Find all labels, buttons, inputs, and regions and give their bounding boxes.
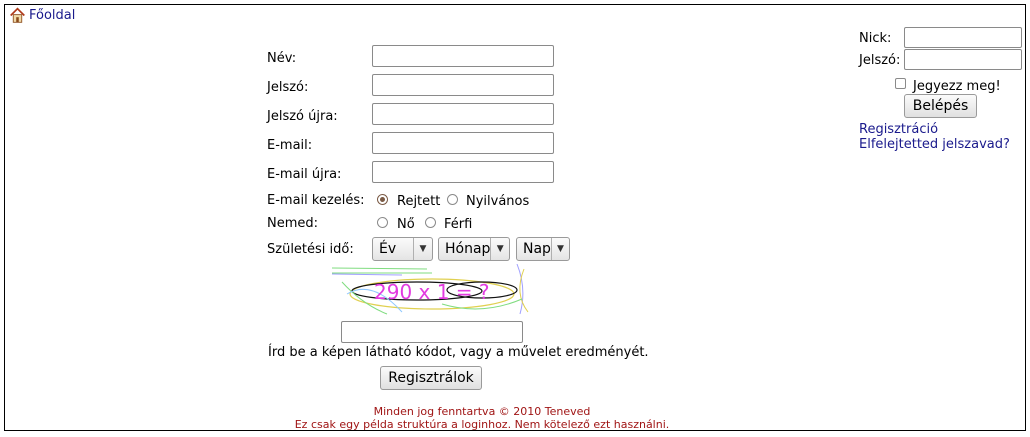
home-icon	[10, 7, 25, 23]
chevron-down-icon: ▼	[490, 238, 509, 260]
footer-copyright: Minden jog fenntartva © 2010 Teneved	[373, 405, 591, 418]
home-link-label: Főoldal	[29, 8, 76, 23]
email-label: E-mail:	[267, 138, 313, 153]
email-again-label: E-mail újra:	[267, 167, 342, 182]
register-link[interactable]: Regisztráció	[859, 122, 938, 137]
email-again-input[interactable]	[372, 161, 554, 183]
nick-input[interactable]	[904, 27, 1022, 48]
email-public-label: Nyilvános	[466, 194, 530, 209]
email-hidden-label: Rejtett	[397, 194, 441, 209]
month-select[interactable]: Hónap ▼	[438, 237, 510, 261]
password-again-label: Jelszó újra:	[267, 109, 338, 124]
captcha-hint: Írd be a képen látható kódot, vagy a műv…	[268, 345, 649, 360]
gender-female-radio[interactable]	[377, 217, 388, 228]
password-label: Jelszó:	[267, 80, 309, 95]
email-handling-label: E-mail kezelés:	[267, 193, 365, 208]
login-button-label: Belépés	[912, 98, 969, 114]
remember-label: Jegyezz meg!	[913, 79, 1001, 94]
login-password-input[interactable]	[904, 49, 1022, 70]
year-select[interactable]: Év ▼	[372, 237, 433, 261]
remember-checkbox[interactable]	[895, 78, 906, 89]
chevron-down-icon: ▼	[550, 238, 569, 260]
home-link[interactable]: Főoldal	[9, 7, 75, 24]
password-again-input[interactable]	[372, 103, 554, 125]
gender-female-label: Nő	[397, 217, 415, 232]
email-public-radio[interactable]	[447, 194, 458, 205]
name-label: Név:	[267, 51, 297, 66]
login-button[interactable]: Belépés	[904, 94, 977, 118]
captcha-text: 290 x 1 = ?	[374, 280, 490, 304]
gender-male-label: Férfi	[444, 217, 473, 232]
register-button[interactable]: Regisztrálok	[380, 366, 482, 390]
login-password-label: Jelszó:	[859, 53, 901, 68]
email-input[interactable]	[372, 132, 554, 154]
name-input[interactable]	[372, 45, 554, 67]
birth-label: Születési idő:	[267, 242, 354, 257]
email-hidden-radio[interactable]	[377, 194, 388, 205]
gender-male-radio[interactable]	[425, 217, 436, 228]
day-select[interactable]: Nap ▼	[516, 237, 570, 261]
password-input[interactable]	[372, 74, 554, 96]
month-select-value: Hónap	[445, 241, 491, 257]
forgot-password-link[interactable]: Elfelejtetted jelszavad?	[859, 137, 1010, 152]
gender-label: Nemed:	[267, 216, 319, 231]
register-button-label: Regisztrálok	[388, 370, 474, 386]
footer-note: Ez csak egy példa struktúra a loginhoz. …	[294, 418, 670, 431]
captcha-input[interactable]	[341, 321, 523, 343]
page-frame	[4, 4, 1026, 431]
nick-label: Nick:	[859, 31, 892, 46]
day-select-value: Nap	[523, 241, 551, 257]
chevron-down-icon: ▼	[413, 238, 432, 260]
year-select-value: Év	[379, 241, 397, 257]
